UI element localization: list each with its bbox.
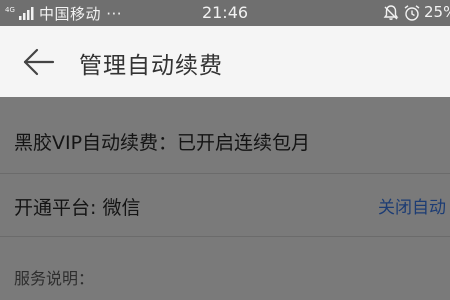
platform-row: 开通平台: 微信 关闭自动 — [14, 193, 450, 220]
status-icons — [382, 4, 422, 22]
status-bar: 4G 中国移动 ··· 21:46 25% — [0, 0, 450, 26]
divider — [0, 173, 450, 174]
close-auto-renew-link[interactable]: 关闭自动 — [378, 193, 446, 218]
page-title: 管理自动续费 — [79, 53, 223, 79]
page-header: 管理自动续费 — [0, 26, 450, 97]
renewal-panel: 黑胶VIP自动续费：已开启连续包月 开通平台: 微信 关闭自动 服务说明： — [0, 97, 450, 300]
platform-label: 开通平台: 微信 — [14, 197, 141, 219]
service-description-label: 服务说明： — [14, 269, 95, 288]
arrow-left-icon[interactable] — [22, 48, 56, 76]
vip-renewal-status: 黑胶VIP自动续费：已开启连续包月 — [14, 132, 311, 154]
bell-off-icon — [383, 5, 399, 20]
divider — [0, 236, 450, 237]
battery-level: 25% — [424, 3, 450, 21]
alarm-icon — [404, 5, 420, 21]
